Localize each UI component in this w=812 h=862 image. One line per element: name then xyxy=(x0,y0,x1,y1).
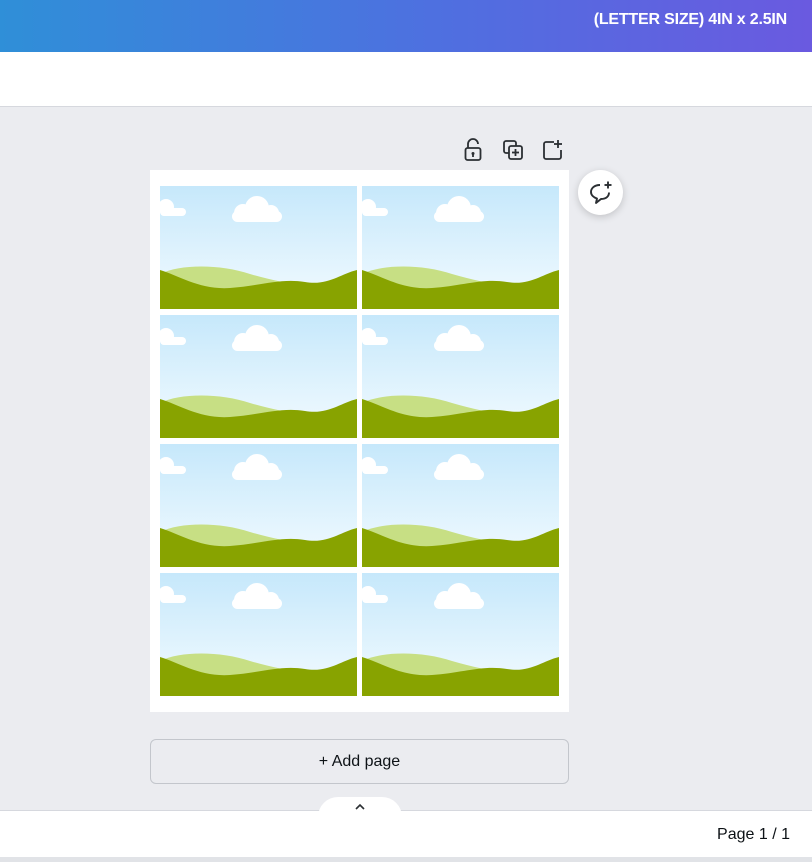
add-page-icon-button[interactable] xyxy=(538,136,568,164)
add-comment-button[interactable] xyxy=(578,170,623,215)
landscape-illustration xyxy=(160,315,357,438)
label-card-6[interactable] xyxy=(362,444,559,567)
label-card-3[interactable] xyxy=(160,315,357,438)
bottom-edge xyxy=(0,857,812,862)
add-page-button[interactable]: + Add page xyxy=(150,739,569,784)
add-comment-icon xyxy=(589,181,611,204)
landscape-illustration xyxy=(362,315,559,438)
top-bar: (LETTER SIZE) 4IN x 2.5IN xyxy=(0,0,812,52)
label-card-8[interactable] xyxy=(362,573,559,696)
landscape-illustration xyxy=(362,186,559,309)
landscape-illustration xyxy=(160,186,357,309)
landscape-illustration xyxy=(160,573,357,696)
label-card-1[interactable] xyxy=(160,186,357,309)
landscape-illustration xyxy=(362,444,559,567)
document-title: (LETTER SIZE) 4IN x 2.5IN xyxy=(593,11,787,28)
add-page-label: + Add page xyxy=(318,752,401,770)
landscape-illustration xyxy=(160,444,357,567)
context-toolbar xyxy=(0,52,812,107)
page-indicator[interactable]: Page 1 / 1 xyxy=(717,826,790,844)
chevron-up-icon xyxy=(355,803,365,810)
add-page-icon xyxy=(543,140,562,160)
collapse-pages-toggle[interactable] xyxy=(318,797,402,817)
footer-bar: Page 1 / 1 xyxy=(0,810,812,858)
lock-open-icon xyxy=(464,138,482,161)
page-tools xyxy=(458,136,568,164)
landscape-illustration xyxy=(362,573,559,696)
label-card-4[interactable] xyxy=(362,315,559,438)
lock-page-button[interactable] xyxy=(458,136,488,164)
duplicate-page-button[interactable] xyxy=(498,136,528,164)
label-card-2[interactable] xyxy=(362,186,559,309)
design-page-canvas[interactable] xyxy=(150,170,569,712)
label-card-5[interactable] xyxy=(160,444,357,567)
duplicate-page-icon xyxy=(503,140,523,160)
label-card-7[interactable] xyxy=(160,573,357,696)
